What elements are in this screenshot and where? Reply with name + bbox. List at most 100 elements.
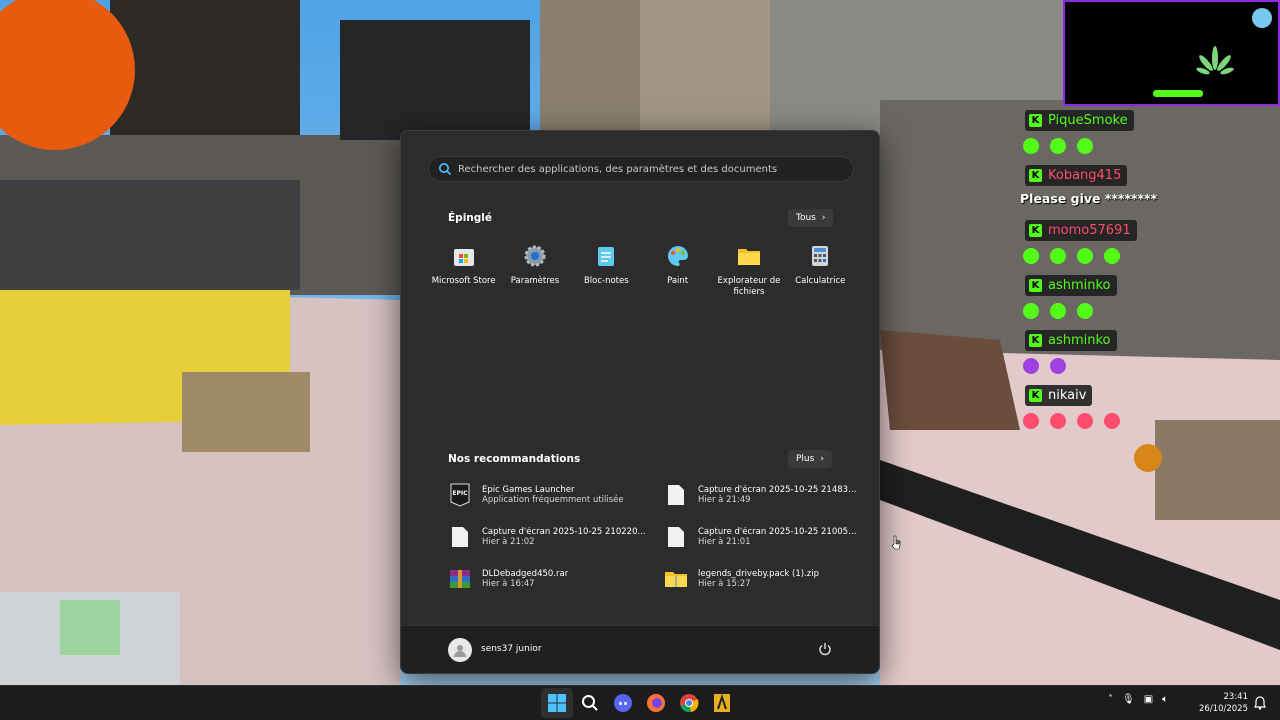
recommended-item[interactable]: EPIC Epic Games Launcher Application fréq… bbox=[448, 483, 664, 507]
chat-emote-icon bbox=[1023, 138, 1039, 154]
chat-username-pill: K PiqueSmoke bbox=[1025, 110, 1134, 131]
volume-icon[interactable]: 🔈︎ bbox=[1162, 694, 1168, 705]
chat-username: ashminko bbox=[1048, 278, 1111, 293]
taskbar-app-button[interactable] bbox=[706, 688, 738, 718]
chat-message: Kashminko bbox=[1015, 275, 1280, 326]
pinned-app-notepad[interactable]: Bloc-notes bbox=[571, 243, 642, 298]
chat-username: Kobang415 bbox=[1048, 168, 1122, 183]
rec-detail: Hier à 21:01 bbox=[698, 537, 751, 547]
user-name[interactable]: sens37 junior bbox=[481, 644, 542, 654]
pinned-section-title: Épinglé bbox=[448, 212, 492, 224]
rec-detail: Hier à 21:02 bbox=[482, 537, 535, 547]
chevron-up-icon[interactable]: ˄ bbox=[1108, 694, 1113, 705]
app-icon bbox=[714, 693, 730, 712]
recommended-list: EPIC Epic Games Launcher Application fréq… bbox=[448, 483, 858, 591]
recommended-item[interactable]: Capture d'écran 2025-10-25 210051... Hier… bbox=[664, 525, 858, 549]
rec-detail: Hier à 16:47 bbox=[482, 579, 535, 589]
chat-emote-icon bbox=[1023, 358, 1039, 374]
chat-emote-icon bbox=[1050, 358, 1066, 374]
pinned-app-settings[interactable]: Paramètres bbox=[499, 243, 570, 298]
chat-username-pill: Kmomo57691 bbox=[1025, 220, 1137, 241]
epic-games-icon: EPIC bbox=[448, 483, 472, 507]
chat-emote-icon bbox=[1050, 303, 1066, 319]
chat-username-pill: Kashminko bbox=[1025, 275, 1117, 296]
app-label: Bloc-notes bbox=[583, 276, 629, 286]
more-button[interactable]: Plus › bbox=[788, 450, 832, 468]
chat-emote-icon bbox=[1104, 248, 1120, 264]
chat-message: Knikaiv bbox=[1015, 385, 1280, 436]
recommended-item[interactable]: Capture d'écran 2025-10-25 210220... Hier… bbox=[448, 525, 664, 549]
app-label: Calculatrice bbox=[795, 276, 846, 286]
chat-message: K PiqueSmoke bbox=[1015, 110, 1280, 161]
microphone-icon[interactable]: 🎙︎ bbox=[1122, 694, 1135, 705]
chat-username: momo57691 bbox=[1048, 223, 1131, 238]
chat-username-pill: Knikaiv bbox=[1025, 385, 1093, 406]
pinned-app-microsoft-store[interactable]: Microsoft Store bbox=[428, 243, 499, 298]
power-icon[interactable] bbox=[817, 641, 833, 657]
all-apps-button[interactable]: Tous › bbox=[788, 209, 834, 227]
kick-badge-icon: K bbox=[1029, 169, 1042, 182]
notepad-icon bbox=[593, 243, 619, 269]
rec-name: DLDebadged450.rar bbox=[482, 569, 569, 579]
app-label: Paramètres bbox=[510, 276, 560, 286]
taskbar-apps bbox=[541, 688, 738, 718]
search-icon bbox=[439, 163, 452, 176]
chat-emotes bbox=[1023, 358, 1066, 374]
start-search-box[interactable] bbox=[428, 156, 854, 182]
stream-chat-overlay: K PiqueSmoke K Kobang415 Please give *******… bbox=[1015, 110, 1280, 440]
user-avatar[interactable] bbox=[448, 638, 472, 662]
recommended-item[interactable]: Capture d'écran 2025-10-25 214836... Hier… bbox=[664, 483, 858, 507]
pinned-app-paint[interactable]: Paint bbox=[642, 243, 713, 298]
rec-name: Epic Games Launcher bbox=[482, 485, 575, 495]
pinned-app-calculator[interactable]: Calculatrice bbox=[785, 243, 856, 298]
chat-emote-icon bbox=[1077, 413, 1093, 429]
recommended-item[interactable]: DLDebadged450.rar Hier à 16:47 bbox=[448, 567, 664, 591]
clock-time: 23:41 bbox=[1223, 692, 1249, 702]
network-icon[interactable]: ▣ bbox=[1144, 694, 1153, 705]
taskbar-firefox-button[interactable] bbox=[640, 688, 672, 718]
recommended-item[interactable]: legends_driveby.pack (1).zip Hier à 15:27 bbox=[664, 567, 858, 591]
start-button[interactable] bbox=[541, 688, 573, 718]
taskbar-discord-button[interactable] bbox=[607, 688, 639, 718]
kick-badge-icon: K bbox=[1029, 334, 1042, 347]
firefox-icon bbox=[647, 694, 665, 712]
chevron-right-icon: › bbox=[820, 454, 824, 464]
start-menu: Épinglé Tous › Microsoft Store Paramètres… bbox=[400, 130, 880, 674]
chat-emote-icon bbox=[1023, 413, 1039, 429]
search-input[interactable] bbox=[458, 163, 853, 175]
pinned-app-file-explorer[interactable]: Explorateur de fichiers bbox=[713, 243, 784, 298]
pinned-apps-grid: Microsoft Store Paramètres Bloc-notes Pa… bbox=[428, 243, 856, 298]
start-menu-footer: sens37 junior bbox=[401, 625, 879, 673]
zip-folder-icon bbox=[664, 567, 688, 591]
chat-username-pill: K Kobang415 bbox=[1025, 165, 1128, 186]
start-icon bbox=[548, 694, 566, 712]
rec-detail: Application fréquemment utilisée bbox=[482, 495, 624, 505]
rec-name: Capture d'écran 2025-10-25 210051... bbox=[698, 527, 858, 537]
chat-emote-icon bbox=[1077, 303, 1093, 319]
chat-username: PiqueSmoke bbox=[1048, 113, 1128, 128]
all-apps-label: Tous bbox=[796, 213, 816, 223]
file-icon bbox=[664, 483, 688, 507]
file-icon bbox=[664, 525, 688, 549]
notification-bell-icon[interactable] bbox=[1254, 696, 1266, 710]
search-icon bbox=[582, 695, 598, 711]
svg-text:EPIC: EPIC bbox=[452, 490, 468, 497]
rec-name: Capture d'écran 2025-10-25 210220... bbox=[482, 527, 646, 537]
taskbar: ˄ 🎙︎ ▣ 🔈︎ 23:41 26/10/2025 bbox=[0, 685, 1280, 720]
rec-detail: Hier à 15:27 bbox=[698, 579, 751, 589]
chat-username: ashminko bbox=[1048, 333, 1111, 348]
chevron-right-icon: › bbox=[821, 213, 826, 223]
taskbar-clock[interactable]: 23:41 26/10/2025 bbox=[1198, 691, 1248, 715]
system-tray: ˄ 🎙︎ ▣ 🔈︎ bbox=[1108, 694, 1168, 705]
kick-badge-icon: K bbox=[1029, 224, 1042, 237]
chat-emote-icon bbox=[1077, 248, 1093, 264]
chat-emotes bbox=[1023, 413, 1120, 429]
chat-message-text: Please give ******** bbox=[1020, 191, 1158, 206]
streamer-cam-overlay bbox=[1063, 0, 1280, 106]
chat-username: nikaiv bbox=[1048, 388, 1087, 403]
taskbar-search-button[interactable] bbox=[574, 688, 606, 718]
discord-icon bbox=[614, 694, 632, 712]
chat-emote-icon bbox=[1023, 303, 1039, 319]
rec-detail: Hier à 21:49 bbox=[698, 495, 751, 505]
taskbar-chrome-button[interactable] bbox=[673, 688, 705, 718]
